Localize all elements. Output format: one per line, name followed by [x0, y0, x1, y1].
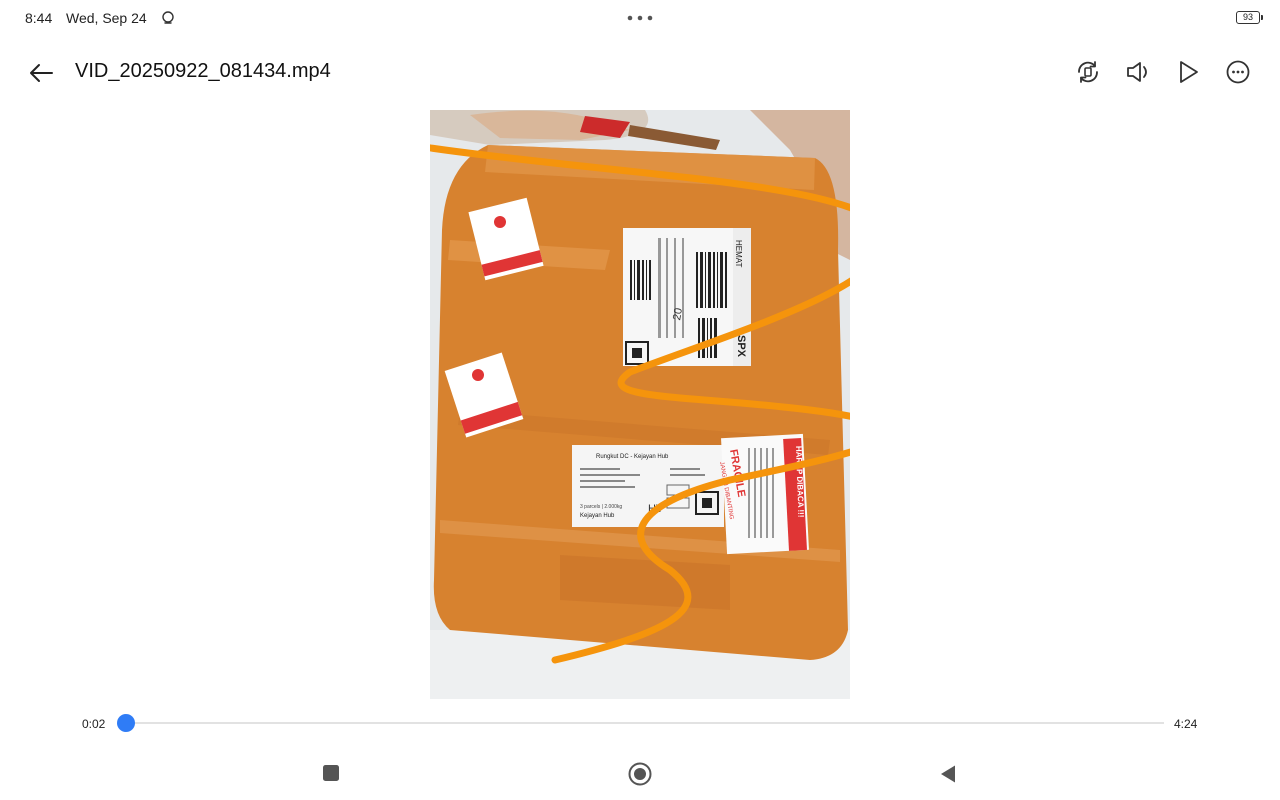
alarm-icon: [162, 11, 174, 24]
fragile-sticker-right: FRAGILE JANGAN DIBANTING HARAP DIBACA !!…: [718, 433, 809, 555]
navigation-bar: [0, 748, 1280, 800]
back-button[interactable]: [24, 56, 58, 90]
video-title: VID_20250922_081434.mp4: [75, 60, 331, 82]
play-button[interactable]: [1170, 54, 1206, 90]
play-icon: [1180, 61, 1198, 83]
recents-square-icon: [323, 765, 339, 781]
more-options-icon: [1226, 60, 1250, 84]
home-circle-icon: [628, 762, 652, 786]
status-date: Wed, Sep 24: [66, 10, 147, 26]
rotate-screen-button[interactable]: [1070, 54, 1106, 90]
more-options-button[interactable]: [1220, 54, 1256, 90]
system-back-button[interactable]: [930, 756, 966, 792]
recents-button[interactable]: [314, 756, 348, 790]
manifest-parcels: 3 parcels | 2.000kg: [580, 504, 622, 510]
parcel-scene: 20 HEMAT SPX Rungkut DC - Kejayan Hub 3 …: [430, 110, 850, 699]
battery-cap: [1261, 15, 1263, 20]
speaker-icon: [1127, 62, 1147, 82]
battery-icon: 93: [1236, 11, 1264, 24]
seek-thumb[interactable]: [117, 714, 136, 732]
current-time: 0:02: [82, 717, 106, 731]
speaker-button[interactable]: [1120, 54, 1156, 90]
video-frame[interactable]: 20 HEMAT SPX Rungkut DC - Kejayan Hub 3 …: [430, 110, 850, 699]
rotate-screen-icon: [1078, 61, 1098, 83]
title-bar: VID_20250922_081434.mp4: [0, 40, 1280, 104]
status-bar: 8:44 Wed, Sep 24 93: [0, 0, 1280, 36]
home-button[interactable]: [622, 756, 658, 792]
shipping-label: 20 HEMAT SPX: [623, 228, 751, 366]
back-triangle-icon: [941, 765, 955, 783]
seek-bar[interactable]: [117, 714, 1164, 732]
battery-level: 93: [1242, 12, 1253, 22]
more-dots-icon[interactable]: [626, 14, 654, 22]
status-time: 8:44: [25, 10, 53, 26]
back-arrow-icon: [30, 64, 53, 82]
manifest-title: Rungkut DC - Kejayan Hub: [596, 454, 669, 460]
total-time: 4:24: [1174, 717, 1198, 731]
manifest-destination: Kejayan Hub: [580, 513, 615, 519]
shipping-service-text: HEMAT: [734, 240, 743, 268]
handwritten-number: 20: [671, 307, 685, 321]
seek-area: 0:02 4:24: [0, 706, 1280, 740]
shipping-brand-text: SPX: [735, 335, 747, 358]
